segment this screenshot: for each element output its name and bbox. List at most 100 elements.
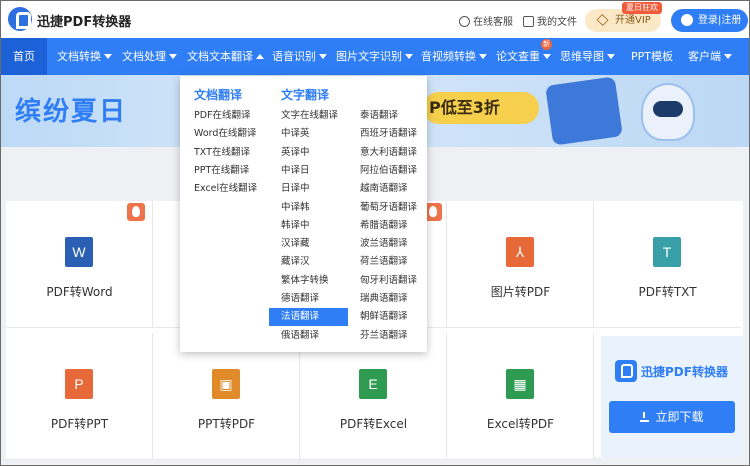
tool-card[interactable]: ⅄ 图片转PDF	[447, 201, 594, 328]
nav-doc-translate[interactable]: 文档文本翻译	[187, 38, 264, 75]
banner-promo-text: P低至3折	[423, 92, 539, 124]
download-panel: 迅捷PDF转换器 立即下载	[601, 336, 743, 457]
app-name[interactable]: 迅捷PDF转换器	[37, 11, 131, 30]
dropdown-menu-item[interactable]: 俄语翻译	[281, 327, 319, 345]
online-service-label: 在线客服	[473, 17, 513, 28]
nav-speech-recognition[interactable]: 语音识别	[272, 38, 327, 75]
dropdown-menu-item[interactable]: 日译中	[281, 180, 310, 198]
tool-label: PDF转Word	[46, 285, 113, 299]
download-now-button[interactable]: 立即下载	[609, 401, 735, 433]
chevron-up-icon	[256, 54, 264, 59]
nav-av-convert[interactable]: 音视频转换	[421, 38, 487, 75]
login-label: 登录|注册	[698, 15, 742, 26]
banner-title: 缤纷夏日	[15, 97, 128, 127]
dropdown-menu-item[interactable]: Word在线翻译	[194, 125, 256, 143]
chevron-down-icon	[104, 54, 112, 59]
main-nav: 首页 文档转换 文档处理 文档文本翻译 语音识别 图片文字识别 音视频转换 论文…	[1, 38, 749, 75]
my-files-label: 我的文件	[537, 17, 577, 28]
tool-label: PDF转TXT	[638, 285, 697, 299]
dropdown-menu-item[interactable]: 德语翻译	[281, 290, 319, 308]
dropdown-menu-item[interactable]: 希腊语翻译	[360, 217, 408, 235]
tool-label: Excel转PDF	[486, 417, 555, 431]
hot-icon	[127, 203, 145, 221]
dropdown-menu-item[interactable]: 文字在线翻译	[281, 107, 338, 125]
diamond-icon	[596, 14, 609, 26]
tool-card[interactable]: W PDF转Word	[6, 201, 153, 328]
dropdown-menu-item[interactable]: 法语翻译	[269, 308, 348, 327]
tool-label: PPT转PDF	[197, 417, 256, 431]
nav-ppt-templates[interactable]: PPT模板	[631, 38, 673, 75]
vip-label: 开通VIP	[615, 15, 651, 26]
tool-label: PDF转Excel	[339, 417, 408, 431]
nav-doc-process[interactable]: 文档处理	[122, 38, 177, 75]
excel-file-icon: E	[359, 369, 387, 399]
chevron-down-icon	[319, 54, 327, 59]
summer-promo-badge: 夏日狂欢	[622, 2, 662, 14]
dropdown-menu-item[interactable]: TXT在线翻译	[194, 144, 250, 162]
chevron-down-icon	[169, 54, 177, 59]
ppt-file-icon: P	[65, 369, 93, 399]
tool-card[interactable]: P PDF转PPT	[6, 333, 153, 460]
tool-label: 图片转PDF	[490, 285, 551, 299]
banner-mascot-image	[641, 83, 695, 141]
nav-doc-convert[interactable]: 文档转换	[57, 38, 112, 75]
ppt-to-pdf-icon: ▣	[212, 369, 240, 399]
dropdown-menu-item[interactable]: 中译日	[281, 162, 310, 180]
login-register-button[interactable]: 登录|注册	[671, 9, 748, 32]
dropdown-menu-item[interactable]: 藏译汉	[281, 253, 310, 271]
nav-home[interactable]: 首页	[1, 38, 47, 75]
chevron-down-icon	[724, 54, 732, 59]
download-icon	[640, 412, 650, 422]
dropdown-menu-item[interactable]: 韩译中	[281, 217, 310, 235]
tool-card[interactable]: E PDF转Excel	[300, 333, 447, 460]
app-logo-icon[interactable]	[8, 7, 32, 31]
dropdown-menu-item[interactable]: 英译中	[281, 144, 310, 162]
dropdown-menu-item[interactable]: 阿拉伯语翻译	[360, 162, 417, 180]
tool-card[interactable]: ▦ Excel转PDF	[447, 333, 594, 460]
dropdown-menu-item[interactable]: PPT在线翻译	[194, 162, 249, 180]
online-service-link[interactable]: 在线客服	[459, 13, 513, 28]
file-icon	[523, 16, 534, 27]
top-bar: 迅捷PDF转换器 在线客服 我的文件 开通VIP 夏日狂欢 登录|注册	[1, 1, 749, 38]
dropdown-menu-item[interactable]: 荷兰语翻译	[360, 253, 408, 271]
nav-mind-map[interactable]: 思维导图	[560, 38, 615, 75]
text-translate-heading: 文字翻译	[281, 88, 330, 102]
translate-dropdown-menu: 文档翻译 文字翻译 PDF在线翻译 Word在线翻译 TXT在线翻译 PPT在线翻译 E…	[180, 76, 427, 352]
chevron-down-icon	[479, 54, 487, 59]
dropdown-menu-item[interactable]: 意大利语翻译	[360, 144, 417, 162]
tool-label: PDF转PPT	[50, 417, 109, 431]
txt-file-icon: T	[653, 237, 681, 267]
chevron-down-icon	[543, 54, 551, 59]
dropdown-menu-item[interactable]: Excel在线翻译	[194, 180, 257, 198]
nav-image-ocr[interactable]: 图片文字识别	[336, 38, 413, 75]
headset-icon	[459, 16, 470, 27]
dropdown-menu-item[interactable]: 波兰语翻译	[360, 235, 408, 253]
dropdown-menu-item[interactable]: 朝鲜语翻译	[360, 308, 408, 326]
dropdown-menu-item[interactable]: 西班牙语翻译	[360, 125, 417, 143]
dropdown-menu-item[interactable]: 中译韩	[281, 199, 310, 217]
user-icon	[681, 14, 693, 26]
new-badge: 新	[541, 39, 552, 50]
dropdown-menu-item[interactable]: 芬兰语翻译	[360, 327, 408, 345]
dropdown-menu-item[interactable]: 繁体字转换	[281, 272, 329, 290]
chevron-down-icon	[607, 54, 615, 59]
dropdown-menu-item[interactable]: 瑞典语翻译	[360, 290, 408, 308]
dropdown-menu-item[interactable]: 泰语翻译	[360, 107, 398, 125]
dropdown-menu-item[interactable]: 葡萄牙语翻译	[360, 199, 417, 217]
nav-client[interactable]: 客户端	[688, 38, 732, 75]
tool-card[interactable]: ▣ PPT转PDF	[153, 333, 300, 460]
dropdown-menu-item[interactable]: 中译英	[281, 125, 310, 143]
dropdown-menu-item[interactable]: 汉译藏	[281, 235, 310, 253]
dropdown-menu-item[interactable]: 越南语翻译	[360, 180, 408, 198]
tool-card[interactable]: T PDF转TXT	[594, 201, 741, 328]
pdf-file-icon: ⅄	[506, 237, 534, 267]
my-files-link[interactable]: 我的文件	[523, 13, 577, 28]
excel-to-pdf-icon: ▦	[506, 369, 534, 399]
download-app-name: 迅捷PDF转换器	[641, 365, 728, 379]
word-file-icon: W	[65, 237, 93, 267]
dropdown-menu-item[interactable]: 匈牙利语翻译	[360, 272, 417, 290]
dropdown-menu-item[interactable]: PDF在线翻译	[194, 107, 251, 125]
chevron-down-icon	[405, 54, 413, 59]
app-logo-icon	[615, 360, 637, 382]
doc-translate-heading: 文档翻译	[194, 88, 243, 102]
